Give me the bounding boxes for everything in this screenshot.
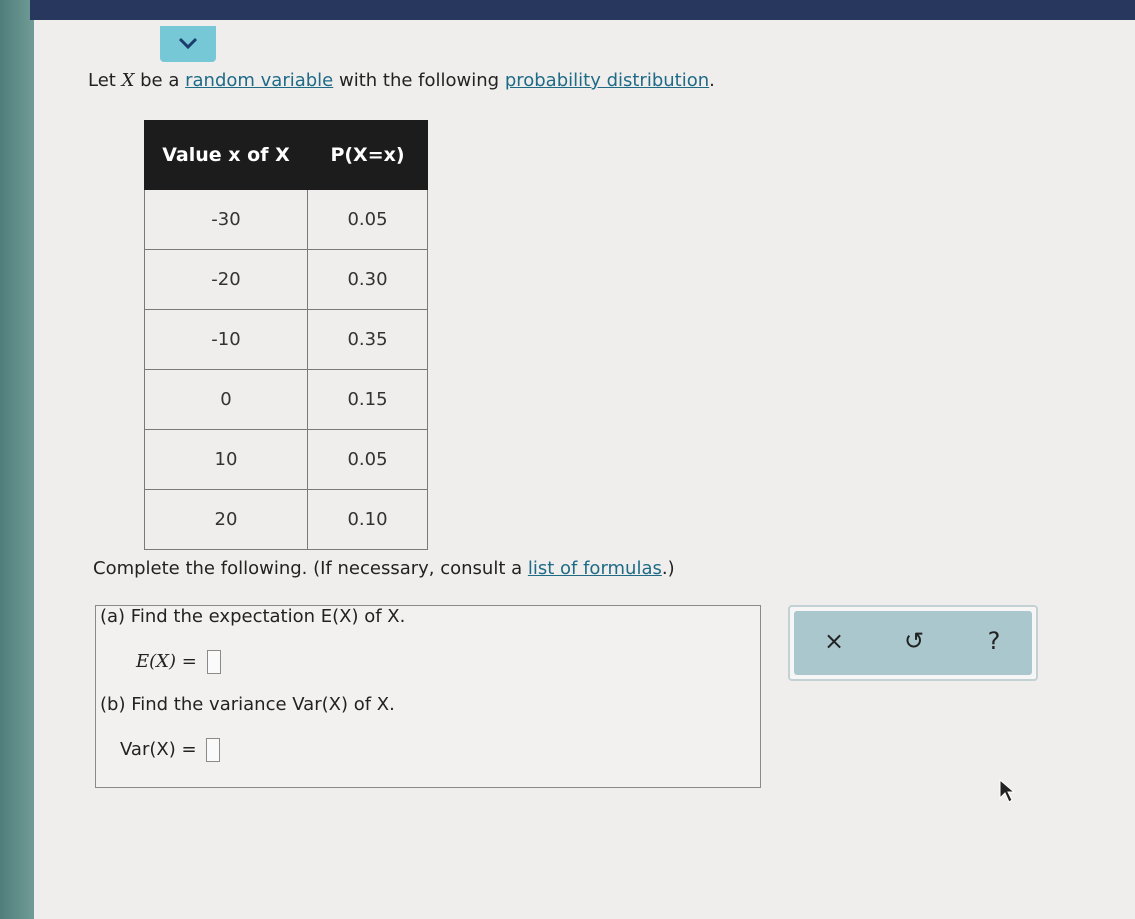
value-cell: -30 <box>144 189 308 250</box>
answer-row-a: E(X) = <box>136 650 221 674</box>
question-a: (a) Find the expectation E(X) of X. <box>100 606 406 627</box>
table-row: -20 0.30 <box>144 249 428 310</box>
help-button[interactable]: ? <box>974 623 1014 659</box>
value-cell: 0 <box>144 369 308 430</box>
table-row: -10 0.35 <box>144 309 428 370</box>
clear-button[interactable]: × <box>814 623 854 659</box>
close-icon: × <box>823 627 845 655</box>
answer-toolbar: × ↺ ? <box>788 605 1038 681</box>
variance-input[interactable] <box>206 738 221 762</box>
question-b: (b) Find the variance Var(X) of X. <box>100 694 395 715</box>
table-row: 0 0.15 <box>144 369 428 430</box>
probability-cell: 0.05 <box>307 189 428 250</box>
table-row: -30 0.05 <box>144 189 428 250</box>
expectation-input[interactable] <box>206 650 221 674</box>
undo-button[interactable]: ↺ <box>894 623 934 659</box>
probability-cell: 0.30 <box>307 249 428 310</box>
toolbar-buttons: × ↺ ? <box>794 611 1032 675</box>
value-cell: -20 <box>144 249 308 310</box>
intro-text: be a <box>134 70 186 91</box>
probability-cell: 0.05 <box>307 429 428 490</box>
variance-label: Var(X) = <box>120 739 197 760</box>
list-of-formulas-link[interactable]: list of formulas <box>528 558 662 579</box>
collapse-toggle-button[interactable] <box>160 26 216 62</box>
expectation-label: E(X) = <box>136 651 197 672</box>
help-icon: ? <box>987 627 1001 655</box>
undo-icon: ↺ <box>903 627 925 655</box>
table-row: 10 0.05 <box>144 429 428 490</box>
mouse-pointer-icon <box>999 778 1016 803</box>
problem-intro: Let X be a random variable with the foll… <box>88 70 715 91</box>
intro-text: with the following <box>333 70 505 91</box>
intro-text: . <box>709 70 715 91</box>
intro-text: Let <box>88 70 122 91</box>
probability-cell: 0.15 <box>307 369 428 430</box>
value-cell: -10 <box>144 309 308 370</box>
instructions-text: .) <box>661 558 675 579</box>
probability-cell: 0.35 <box>307 309 428 370</box>
value-cell: 20 <box>144 489 308 550</box>
column-header-probability: P(X=x) <box>307 120 428 190</box>
random-variable-link[interactable]: random variable <box>185 70 333 91</box>
distribution-table: Value x of X P(X=x) -30 0.05 -20 0.30 -1… <box>144 120 428 550</box>
instructions: Complete the following. (If necessary, c… <box>93 558 675 579</box>
answer-row-b: Var(X) = <box>120 738 221 762</box>
probability-distribution-link[interactable]: probability distribution <box>505 70 709 91</box>
variable-x: X <box>121 70 135 91</box>
instructions-text: Complete the following. (If necessary, c… <box>93 558 528 579</box>
answer-panel: (a) Find the expectation E(X) of X. E(X)… <box>95 605 761 788</box>
table-row: 20 0.10 <box>144 489 428 550</box>
top-header-bar <box>30 0 1135 20</box>
column-header-value: Value x of X <box>144 120 308 190</box>
probability-cell: 0.10 <box>307 489 428 550</box>
chevron-down-icon <box>178 37 198 50</box>
value-cell: 10 <box>144 429 308 490</box>
question-page: Let X be a random variable with the foll… <box>34 20 1135 919</box>
